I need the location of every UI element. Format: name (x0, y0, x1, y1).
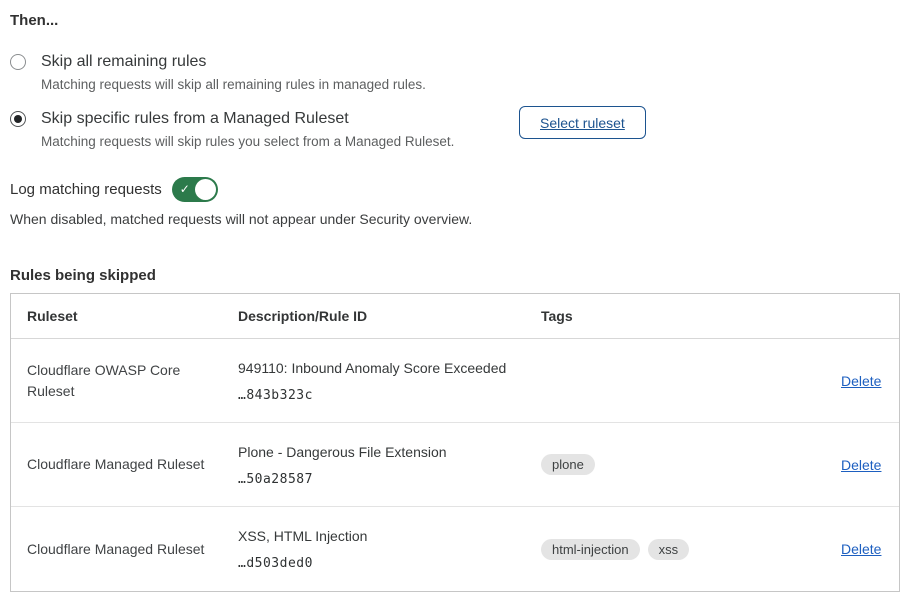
column-header-tags: Tags (541, 308, 841, 324)
log-matching-requests-label: Log matching requests (10, 181, 162, 198)
column-header-ruleset: Ruleset (27, 308, 238, 324)
delete-link[interactable]: Delete (841, 373, 881, 389)
rule-description: Plone - Dangerous File Extension (238, 443, 541, 462)
log-matching-requests-description: When disabled, matched requests will not… (10, 211, 900, 227)
rule-description-cell: XSS, HTML Injection …d503ded0 (238, 527, 541, 571)
tag-pill: plone (541, 454, 595, 475)
waf-rule-form: Then... Skip all remaining rules Matchin… (0, 0, 911, 592)
tag-pill: xss (648, 539, 690, 560)
table-row: Cloudflare OWASP Core Ruleset 949110: In… (11, 339, 899, 423)
rule-tags-cell: plone (541, 454, 841, 475)
row-actions: Delete (841, 373, 911, 389)
radio-description: Matching requests will skip rules you se… (41, 133, 454, 151)
ruleset-name: Cloudflare Managed Ruleset (27, 539, 238, 560)
toggle-knob (195, 179, 216, 200)
radio-option-skip-specific-wrap: Skip specific rules from a Managed Rules… (10, 108, 900, 151)
delete-link[interactable]: Delete (841, 457, 881, 473)
column-header-description: Description/Rule ID (238, 308, 541, 324)
log-matching-requests-row: Log matching requests ✓ (10, 177, 900, 202)
ruleset-name: Cloudflare Managed Ruleset (27, 454, 238, 475)
rule-tags-cell: html-injection xss (541, 539, 841, 560)
check-icon: ✓ (180, 181, 190, 198)
table-header-row: Ruleset Description/Rule ID Tags (11, 294, 899, 339)
radio-option-skip-all[interactable]: Skip all remaining rules Matching reques… (10, 51, 900, 94)
log-matching-requests-toggle[interactable]: ✓ (172, 177, 218, 202)
then-heading: Then... (10, 12, 900, 29)
rule-id: …50a28587 (238, 472, 541, 487)
select-ruleset-button[interactable]: Select ruleset (519, 106, 646, 139)
radio-option-text: Skip all remaining rules Matching reques… (41, 51, 426, 94)
rule-description-cell: 949110: Inbound Anomaly Score Exceeded …… (238, 359, 541, 403)
radio-label: Skip all remaining rules (41, 51, 426, 72)
delete-link[interactable]: Delete (841, 541, 881, 557)
rule-id: …843b323c (238, 388, 541, 403)
table-row: Cloudflare Managed Ruleset Plone - Dange… (11, 423, 899, 507)
rules-being-skipped-heading: Rules being skipped (10, 267, 900, 284)
skipped-rules-table: Ruleset Description/Rule ID Tags Cloudfl… (10, 293, 900, 592)
radio-button-selected[interactable] (10, 111, 26, 127)
radio-description: Matching requests will skip all remainin… (41, 76, 426, 94)
rule-description-cell: Plone - Dangerous File Extension …50a285… (238, 443, 541, 487)
rule-description: XSS, HTML Injection (238, 527, 541, 546)
table-row: Cloudflare Managed Ruleset XSS, HTML Inj… (11, 507, 899, 591)
radio-button-unselected[interactable] (10, 54, 26, 70)
row-actions: Delete (841, 541, 911, 557)
ruleset-name: Cloudflare OWASP Core Ruleset (27, 360, 238, 402)
radio-option-skip-specific[interactable]: Skip specific rules from a Managed Rules… (10, 108, 900, 151)
rule-id: …d503ded0 (238, 556, 541, 571)
tag-pill: html-injection (541, 539, 640, 560)
radio-option-text: Skip specific rules from a Managed Rules… (41, 108, 454, 151)
rule-description: 949110: Inbound Anomaly Score Exceeded (238, 359, 541, 378)
row-actions: Delete (841, 457, 911, 473)
radio-label: Skip specific rules from a Managed Rules… (41, 108, 454, 129)
